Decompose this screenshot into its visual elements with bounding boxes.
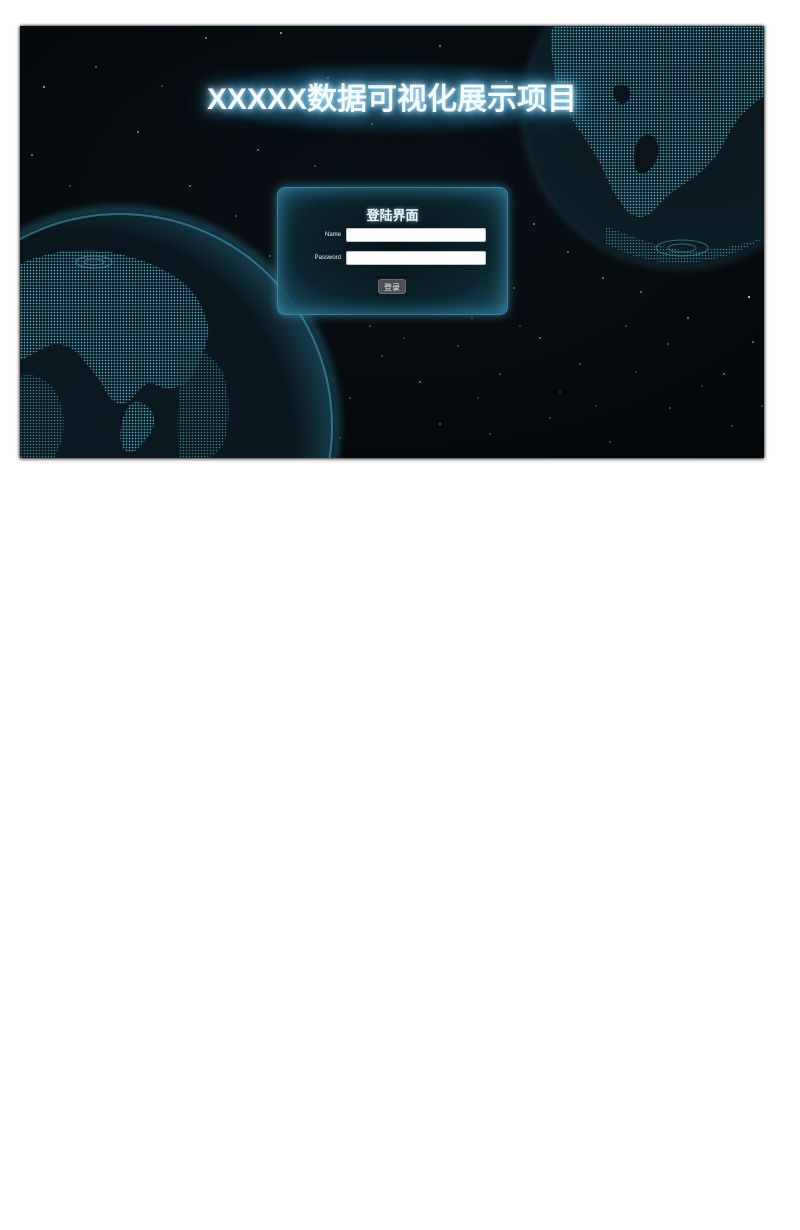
password-input[interactable] [346, 251, 486, 265]
login-panel: 登陆界面 Name Password 登录 [277, 187, 508, 315]
name-input[interactable] [346, 228, 486, 242]
login-button[interactable]: 登录 [378, 279, 406, 294]
name-label: Name [324, 232, 341, 238]
password-label: Password [314, 255, 341, 261]
app-window: XXXXX数据可视化展示项目 登陆界面 Name Password 登录 [20, 26, 764, 458]
page-title: XXXXX数据可视化展示项目 [206, 83, 578, 116]
login-heading: 登陆界面 [366, 208, 419, 223]
